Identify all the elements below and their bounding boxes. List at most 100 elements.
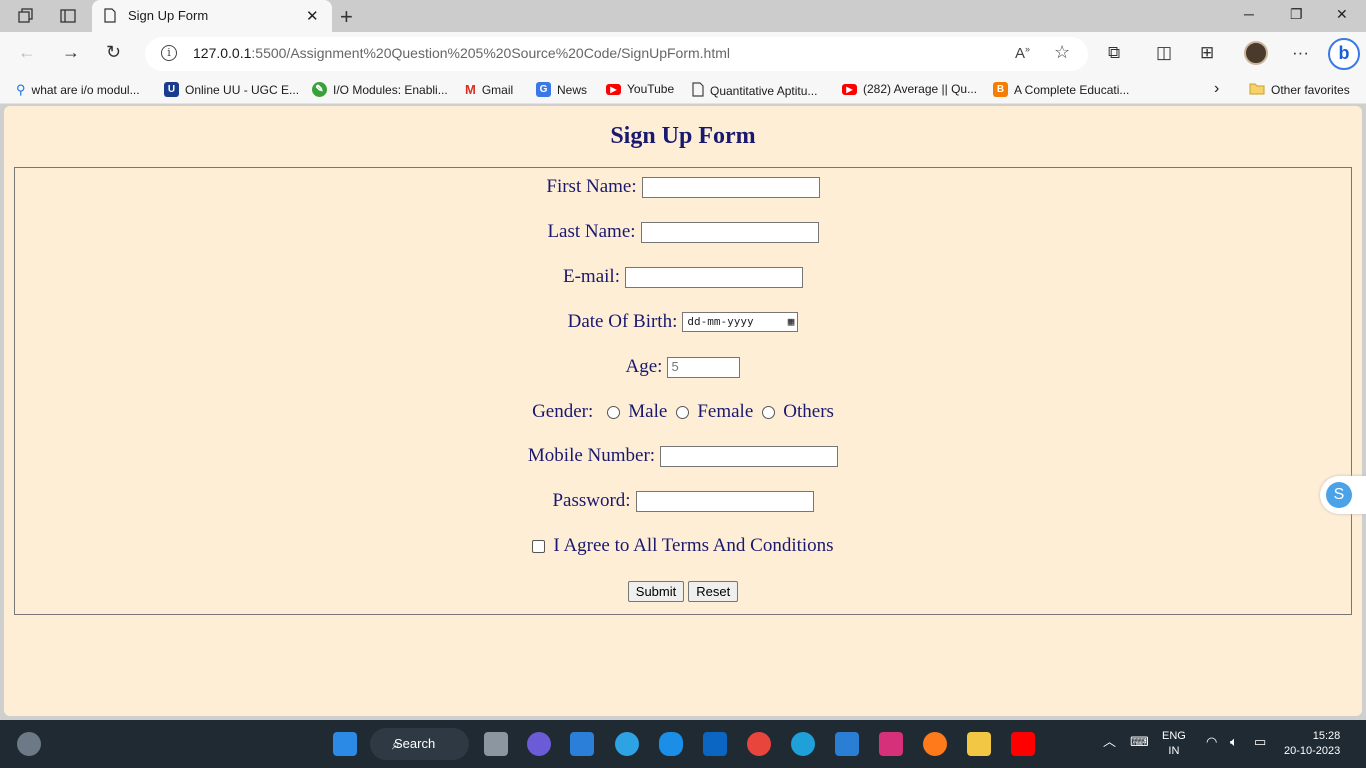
page-title: Sign Up Form: [610, 123, 756, 149]
chrome-icon[interactable]: [747, 732, 771, 756]
sidebar-extension-bubble[interactable]: S: [1320, 476, 1366, 514]
terms-row: I Agree to All Terms And Conditions: [15, 535, 1351, 557]
favorite-item[interactable]: ▶ YouTube: [606, 82, 674, 96]
refresh-icon[interactable]: ↻: [106, 42, 121, 63]
mobile-input[interactable]: [660, 445, 839, 467]
last-name-row: Last Name:: [15, 221, 1351, 243]
gmail-icon: M: [465, 82, 476, 97]
minimize-icon[interactable]: ─: [1244, 6, 1254, 22]
gender-others-radio[interactable]: [762, 405, 776, 419]
tab-strip: Sign Up Form ✕ + ─ ❐ ✕: [0, 0, 1366, 32]
profile-avatar[interactable]: [1244, 41, 1268, 65]
keyboard-icon[interactable]: ⌨: [1130, 734, 1149, 749]
gender-male-radio[interactable]: [607, 405, 621, 419]
address-bar[interactable]: i 127.0.0.1:5500/Assignment%20Question%2…: [145, 37, 1088, 71]
edge-icon[interactable]: [791, 732, 815, 756]
terms-checkbox[interactable]: [532, 539, 546, 553]
email-row: E-mail:: [15, 266, 1351, 288]
store-icon[interactable]: [570, 732, 594, 756]
task-view-icon[interactable]: [484, 732, 508, 756]
copilot-icon[interactable]: b: [1328, 38, 1360, 70]
telegram-icon[interactable]: [615, 732, 639, 756]
last-name-label: Last Name:: [547, 221, 636, 242]
language-indicator[interactable]: ENG IN: [1162, 729, 1186, 759]
gender-row: Gender: Male Female Others: [15, 401, 1351, 423]
calendar-icon[interactable]: ▦: [788, 315, 795, 328]
restore-icon[interactable]: ❐: [1290, 6, 1303, 23]
gender-male-label: Male: [628, 401, 668, 422]
youtube-icon: ▶: [842, 83, 857, 95]
weather-icon[interactable]: [17, 732, 41, 756]
first-name-row: First Name:: [15, 176, 1351, 198]
tab-sign-up-form[interactable]: Sign Up Form ✕: [92, 0, 332, 32]
forward-icon[interactable]: →: [62, 42, 80, 63]
workspaces-icon[interactable]: [16, 6, 36, 26]
news-icon: G: [536, 82, 551, 97]
more-menu-icon[interactable]: ···: [1292, 43, 1309, 63]
password-input[interactable]: [635, 490, 814, 512]
age-row: Age: 5: [15, 356, 1351, 378]
favorite-item[interactable]: M Gmail: [465, 82, 513, 97]
favorite-item[interactable]: ✎ I/O Modules: Enabli...: [312, 82, 448, 97]
submit-button[interactable]: Submit: [627, 581, 685, 602]
email-input[interactable]: [624, 266, 803, 288]
start-icon[interactable]: [333, 732, 357, 756]
page-icon: [104, 8, 116, 28]
instagram-icon[interactable]: [879, 732, 903, 756]
favorite-item[interactable]: ⚲ what are i/o modul...: [16, 82, 140, 98]
site-info-icon[interactable]: i: [161, 45, 177, 61]
youtube-app-icon[interactable]: [1011, 732, 1035, 756]
onedrive-icon[interactable]: [659, 732, 683, 756]
reset-button[interactable]: Reset: [688, 581, 739, 602]
last-name-input[interactable]: [640, 221, 819, 243]
dob-row: Date Of Birth: dd-mm-yyyy ▦: [15, 311, 1351, 333]
gender-female-radio[interactable]: [676, 405, 690, 419]
leaf-icon: ✎: [312, 82, 327, 97]
dob-placeholder: dd-mm-yyyy: [687, 315, 754, 328]
skype-icon: S: [1326, 482, 1352, 508]
favorites-bar: ⚲ what are i/o modul... U Online UU - UGC …: [0, 76, 1366, 104]
file-explorer-icon[interactable]: [967, 732, 991, 756]
first-name-label: First Name:: [546, 176, 637, 197]
firefox-icon[interactable]: [923, 732, 947, 756]
close-tab-icon[interactable]: ✕: [306, 7, 319, 25]
first-name-input[interactable]: [641, 176, 820, 198]
favorite-item[interactable]: ▶ (282) Average || Qu...: [842, 82, 977, 96]
email-label: E-mail:: [563, 266, 620, 287]
taskbar-search[interactable]: ⌕ Search: [370, 728, 469, 760]
favorite-item[interactable]: G News: [536, 82, 587, 97]
vertical-tabs-icon[interactable]: [58, 6, 78, 26]
clock[interactable]: 15:28 20-10-2023: [1284, 729, 1340, 759]
vscode-icon[interactable]: [835, 732, 859, 756]
split-screen-icon[interactable]: ◫: [1156, 43, 1172, 63]
clock-time: 15:28: [1312, 730, 1341, 742]
favorite-star-icon[interactable]: ☆: [1054, 42, 1070, 63]
password-label: Password:: [552, 490, 631, 511]
age-input[interactable]: 5: [667, 356, 741, 378]
dob-input[interactable]: dd-mm-yyyy ▦: [682, 312, 799, 332]
teams-icon[interactable]: [527, 732, 551, 756]
collections-icon[interactable]: ⊞: [1200, 43, 1214, 63]
other-favorites-folder[interactable]: Other favorites: [1249, 82, 1350, 98]
more-favorites-chevron-icon[interactable]: ›: [1214, 80, 1219, 98]
favorite-item[interactable]: BA Complete Educati...: [993, 82, 1129, 97]
favorite-item[interactable]: Quantitative Aptitu...: [692, 82, 817, 100]
battery-icon[interactable]: ▭: [1254, 734, 1266, 749]
tab-title: Sign Up Form: [128, 8, 209, 23]
extensions-icon[interactable]: ⧉: [1108, 43, 1120, 63]
favorite-item[interactable]: U Online UU - UGC E...: [164, 82, 299, 97]
show-hidden-icons-chevron-icon[interactable]: ︿: [1103, 734, 1116, 749]
linkedin-icon[interactable]: [703, 732, 727, 756]
web-page: Sign Up Form First Name: Last Name: E-ma…: [4, 106, 1362, 716]
buttons-row: Submit Reset: [15, 581, 1351, 602]
read-aloud-icon[interactable]: A»: [1015, 44, 1030, 62]
close-window-icon[interactable]: ✕: [1336, 6, 1348, 23]
new-tab-icon[interactable]: +: [340, 4, 353, 30]
back-icon[interactable]: ←: [18, 42, 36, 63]
taskbar-search-label: Search: [394, 736, 436, 751]
url-text[interactable]: 127.0.0.1:5500/Assignment%20Question%205…: [193, 45, 730, 61]
volume-icon[interactable]: 🔈︎: [1230, 734, 1238, 749]
age-placeholder: 5: [671, 358, 679, 374]
wifi-icon[interactable]: ◠: [1206, 734, 1217, 749]
uu-icon: U: [164, 82, 179, 97]
